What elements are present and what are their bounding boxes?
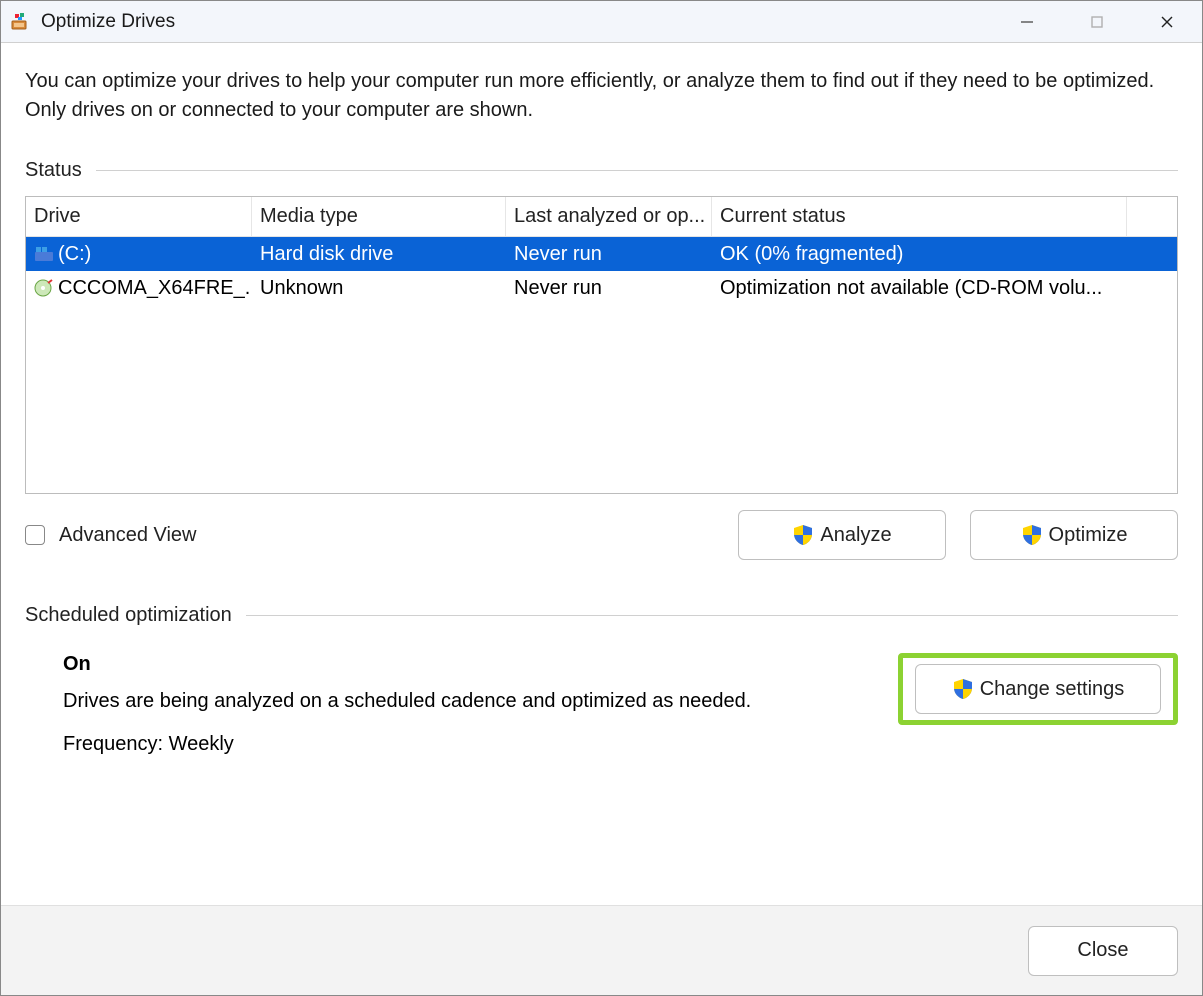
drive-list[interactable]: Drive Media type Last analyzed or op... … (25, 196, 1178, 494)
divider-line (96, 170, 1178, 171)
analyze-label: Analyze (820, 524, 891, 547)
maximize-button[interactable] (1062, 1, 1132, 43)
advanced-view-checkbox[interactable]: Advanced View (25, 524, 197, 547)
drive-name: CCCOMA_X64FRE_... (58, 277, 252, 300)
window-title: Optimize Drives (41, 11, 175, 33)
hdd-icon (34, 245, 54, 263)
divider-line (246, 615, 1178, 616)
status-heading: Status (25, 159, 1178, 182)
shield-icon (952, 678, 974, 700)
minimize-button[interactable] (992, 1, 1062, 43)
col-drive[interactable]: Drive (26, 197, 252, 236)
drive-status: OK (0% fragmented) (712, 241, 1127, 268)
status-heading-label: Status (25, 159, 82, 182)
shield-icon (1021, 524, 1043, 546)
content-area: You can optimize your drives to help you… (1, 43, 1202, 905)
change-settings-label: Change settings (980, 678, 1125, 701)
col-spacer (1127, 197, 1177, 236)
optimize-drives-icon (11, 12, 31, 32)
schedule-frequency: Frequency: Weekly (63, 733, 898, 756)
drive-name-cell: (C:) (26, 241, 252, 268)
titlebar: Optimize Drives (1, 1, 1202, 43)
shield-icon (792, 524, 814, 546)
schedule-desc: Drives are being analyzed on a scheduled… (63, 690, 898, 713)
schedule-state: On (63, 653, 898, 676)
close-button[interactable]: Close (1028, 926, 1178, 976)
col-current[interactable]: Current status (712, 197, 1127, 236)
drive-list-header: Drive Media type Last analyzed or op... … (26, 197, 1177, 237)
close-window-button[interactable] (1132, 1, 1202, 43)
drive-name: (C:) (58, 243, 91, 266)
analyze-button[interactable]: Analyze (738, 510, 946, 560)
below-list-row: Advanced View Analyze Optimize (25, 510, 1178, 560)
drive-last: Never run (506, 241, 712, 268)
disc-icon (34, 279, 54, 297)
change-settings-wrap: Change settings (898, 653, 1178, 756)
schedule-heading-label: Scheduled optimization (25, 604, 232, 627)
drive-name-cell: CCCOMA_X64FRE_... (26, 275, 252, 302)
checkbox-box[interactable] (25, 525, 45, 545)
drive-last: Never run (506, 275, 712, 302)
col-last[interactable]: Last analyzed or op... (506, 197, 712, 236)
drive-status: Optimization not available (CD-ROM volu.… (712, 275, 1127, 302)
advanced-view-label: Advanced View (59, 524, 197, 547)
schedule-heading: Scheduled optimization (25, 604, 1178, 627)
drive-media: Hard disk drive (252, 241, 506, 268)
intro-text: You can optimize your drives to help you… (25, 67, 1178, 125)
highlight-box: Change settings (898, 653, 1178, 725)
schedule-body: On Drives are being analyzed on a schedu… (25, 653, 1178, 756)
drive-row[interactable]: (C:) Hard disk drive Never run OK (0% fr… (26, 237, 1177, 271)
optimize-button[interactable]: Optimize (970, 510, 1178, 560)
close-label: Close (1077, 939, 1128, 962)
change-settings-button[interactable]: Change settings (915, 664, 1161, 714)
footer: Close (1, 905, 1202, 995)
optimize-drives-window: Optimize Drives You can optimize your dr… (0, 0, 1203, 996)
drive-media: Unknown (252, 275, 506, 302)
optimize-label: Optimize (1049, 524, 1128, 547)
col-media[interactable]: Media type (252, 197, 506, 236)
schedule-text: On Drives are being analyzed on a schedu… (63, 653, 898, 756)
drive-row[interactable]: CCCOMA_X64FRE_... Unknown Never run Opti… (26, 271, 1177, 305)
